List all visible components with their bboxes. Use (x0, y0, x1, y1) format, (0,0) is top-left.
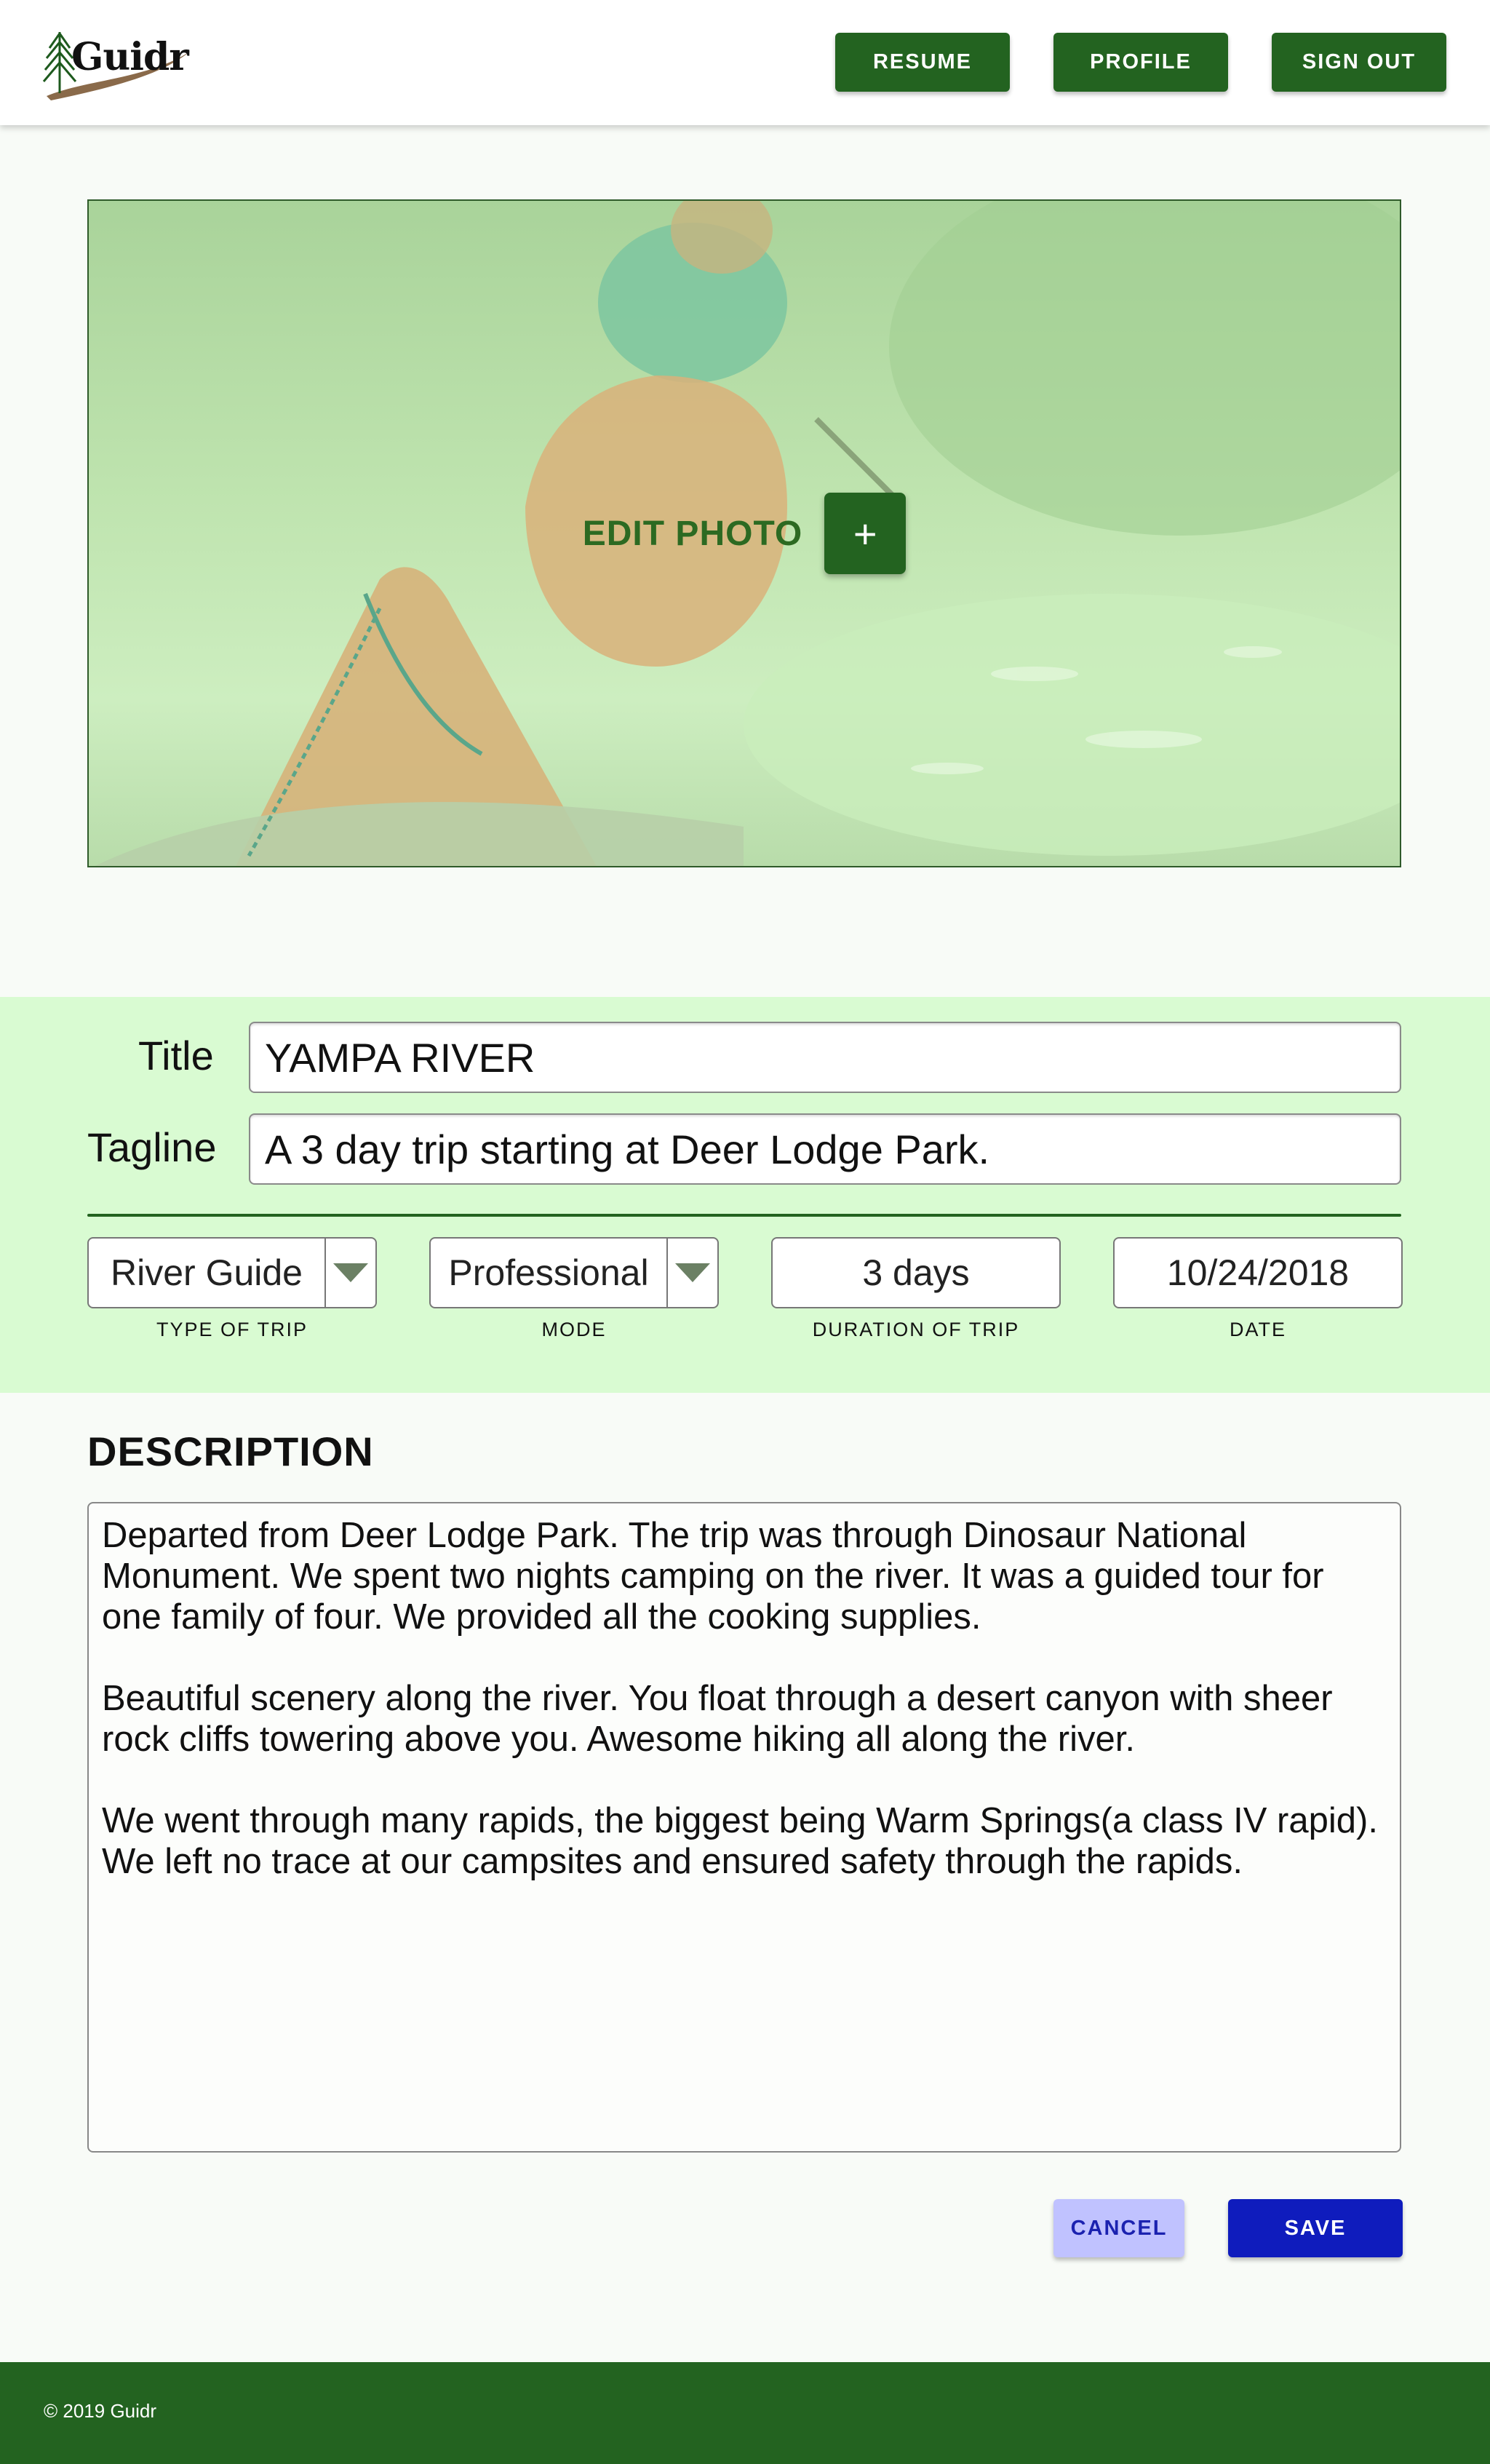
description-paragraph: Departed from Deer Lodge Park. The trip … (102, 1516, 1324, 1637)
mode-caption: MODE (541, 1319, 607, 1340)
type-of-trip-caption: TYPE OF TRIP (156, 1319, 308, 1340)
edit-photo-control: EDIT PHOTO + (89, 201, 1400, 866)
duration-value: 3 days (862, 1252, 970, 1293)
description-heading: DESCRIPTION (87, 1428, 374, 1474)
plus-icon: + (853, 510, 877, 557)
app-footer: © 2019 Guidr (0, 2362, 1490, 2464)
title-label: Title (138, 1033, 214, 1078)
mode-select[interactable]: Professional (429, 1237, 719, 1308)
duration-field[interactable]: 3 days (771, 1237, 1061, 1308)
type-of-trip-value: River Guide (111, 1252, 303, 1293)
add-photo-button[interactable]: + (824, 493, 907, 574)
title-field[interactable]: YAMPA RIVER (249, 1022, 1401, 1093)
trip-photo: EDIT PHOTO + (87, 199, 1401, 867)
brand-name: Guidr (71, 35, 189, 79)
tagline-value: A 3 day trip starting at Deer Lodge Park… (265, 1126, 990, 1172)
profile-button[interactable]: PROFILE (1053, 33, 1228, 92)
section-divider (87, 1214, 1401, 1217)
description-textarea[interactable]: Departed from Deer Lodge Park. The trip … (87, 1502, 1401, 2153)
edit-photo-label[interactable]: EDIT PHOTO (583, 514, 802, 554)
date-field[interactable]: 10/24/2018 (1113, 1237, 1403, 1308)
copyright-text: © 2019 Guidr (44, 2400, 157, 2422)
duration-caption: DURATION OF TRIP (812, 1319, 1020, 1340)
title-value: YAMPA RIVER (265, 1034, 535, 1081)
sign-out-button[interactable]: SIGN OUT (1272, 33, 1446, 92)
save-button[interactable]: SAVE (1228, 2199, 1403, 2257)
date-caption: DATE (1229, 1319, 1286, 1340)
date-value: 10/24/2018 (1166, 1252, 1350, 1293)
mode-value: Professional (448, 1252, 649, 1293)
description-paragraph: Beautiful scenery along the river. You f… (102, 1679, 1333, 1759)
tagline-label: Tagline (87, 1124, 217, 1170)
description-paragraph: We went through many rapids, the biggest… (102, 1801, 1378, 1881)
guidr-logo[interactable]: Guidr (41, 29, 194, 102)
type-of-trip-dropdown-toggle[interactable] (324, 1239, 375, 1307)
app-header: Guidr RESUME PROFILE SIGN OUT (0, 0, 1490, 125)
cancel-button[interactable]: CANCEL (1053, 2199, 1184, 2257)
type-of-trip-select[interactable]: River Guide (87, 1237, 377, 1308)
caret-down-icon (675, 1263, 710, 1282)
tagline-field[interactable]: A 3 day trip starting at Deer Lodge Park… (249, 1113, 1401, 1185)
mode-dropdown-toggle[interactable] (666, 1239, 717, 1307)
caret-down-icon (333, 1263, 368, 1282)
resume-button[interactable]: RESUME (835, 33, 1010, 92)
